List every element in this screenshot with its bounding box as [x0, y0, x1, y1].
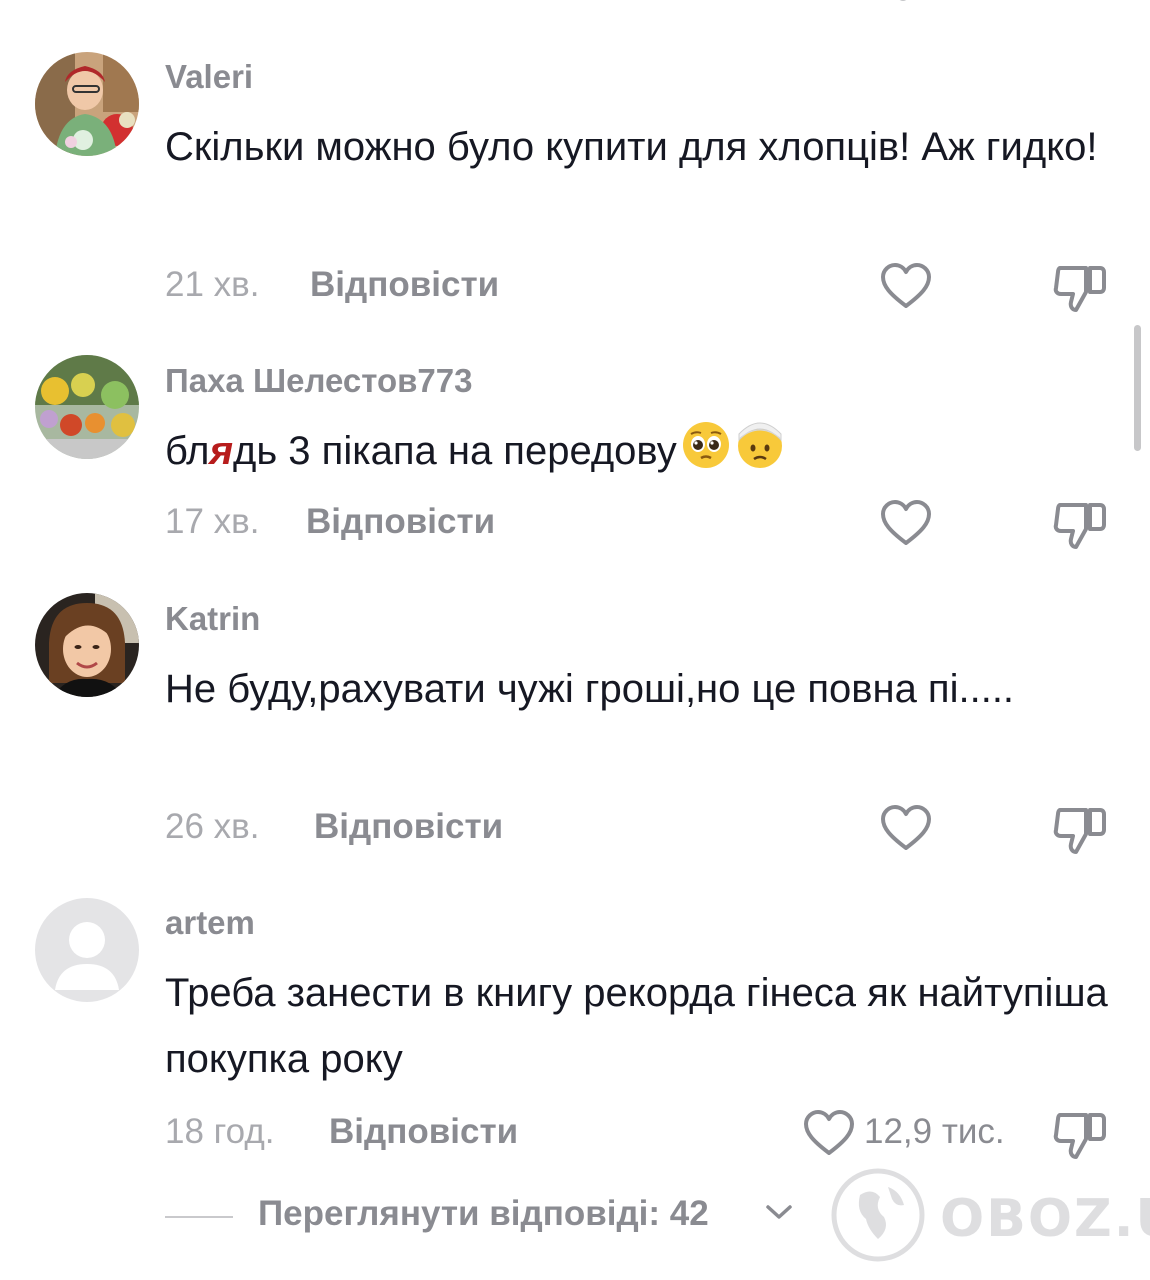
divider [165, 1216, 233, 1218]
avatar[interactable] [35, 355, 139, 459]
heart-outline-icon[interactable] [880, 499, 932, 547]
thumbs-down-outline-icon[interactable] [1052, 262, 1108, 314]
partial-heart-icon [888, 0, 918, 10]
comment-username[interactable]: artem [165, 904, 255, 942]
globe-logo-icon [831, 1168, 925, 1262]
comment-username[interactable]: Паха Шелестов773 [165, 362, 473, 400]
reply-button[interactable]: Відповісти [306, 502, 495, 542]
heart-outline-icon[interactable] [880, 804, 932, 852]
reply-button[interactable]: Відповісти [314, 807, 503, 847]
like-count: 12,9 тис. [864, 1112, 1005, 1151]
comment-username[interactable]: Valeri [165, 58, 253, 96]
view-replies-label: Переглянути відповіді: 42 [258, 1194, 709, 1233]
heart-outline-icon[interactable] [803, 1109, 855, 1157]
comment-text: блядь 3 пікапа на передову [165, 418, 1120, 490]
comment-text: Скільки можно було купити для хлопців! А… [165, 125, 1098, 169]
comment-time: 17 хв. [165, 502, 260, 541]
watermark-text: OBOZ.UA [940, 1189, 1150, 1249]
avatar[interactable] [35, 898, 139, 1002]
pleading-face-emoji [681, 420, 731, 490]
reply-button[interactable]: Відповісти [329, 1112, 518, 1152]
thumbs-down-outline-icon[interactable] [1052, 499, 1108, 551]
chevron-down-icon [765, 1202, 793, 1227]
avatar[interactable] [35, 593, 139, 697]
watermark: OBOZ.UA [828, 1165, 1150, 1265]
face-with-head-bandage-emoji [735, 420, 785, 490]
thumbs-down-outline-icon[interactable] [1052, 1109, 1108, 1161]
partial-thumbs-down-icon [1064, 0, 1094, 10]
heart-outline-icon[interactable] [880, 262, 932, 310]
censored-letter: я [209, 429, 234, 473]
thumbs-down-outline-icon[interactable] [1052, 804, 1108, 856]
comment-text: Не буду,рахувати чужі гроші,но це повна … [165, 667, 1015, 711]
scrollbar[interactable] [1134, 325, 1141, 451]
comment-username[interactable]: Katrin [165, 600, 260, 638]
comment-time: 26 хв. [165, 807, 260, 846]
comment-text-before: бл [165, 429, 210, 473]
reply-button[interactable]: Відповісти [310, 265, 499, 305]
comment-time: 21 хв. [165, 265, 260, 304]
avatar[interactable] [35, 52, 139, 156]
comment-time: 18 год. [165, 1112, 275, 1151]
comment-text: Треба занести в книгу рекорда гінеса як … [165, 971, 1108, 1081]
comment-text-after: дь 3 пікапа на передову [233, 429, 677, 473]
